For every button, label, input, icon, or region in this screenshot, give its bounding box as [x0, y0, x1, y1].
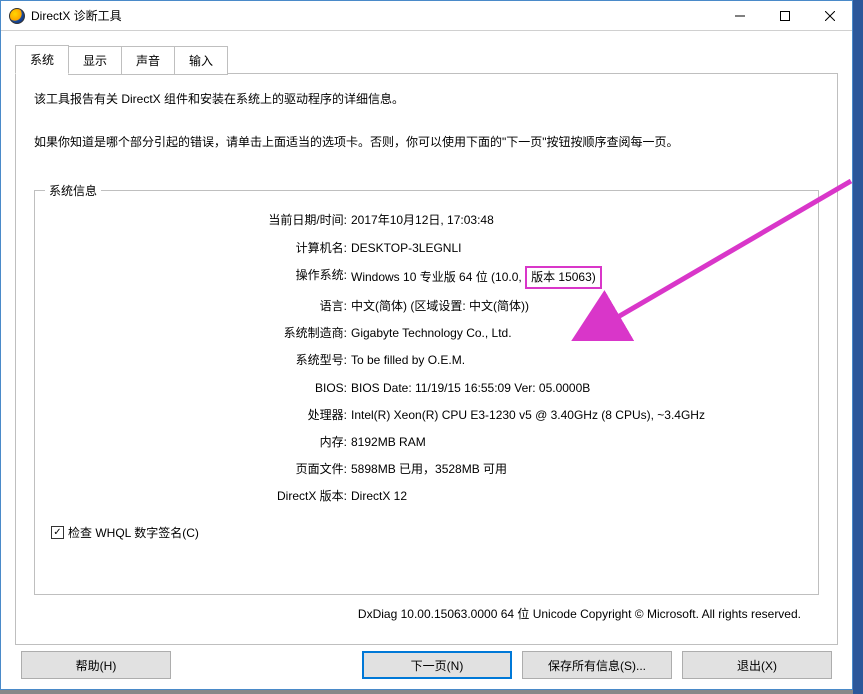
os-version-highlight: 版本 15063) [525, 266, 602, 289]
titlebar[interactable]: DirectX 诊断工具 [1, 1, 852, 31]
tab-system[interactable]: 系统 [15, 45, 69, 74]
label-bios: BIOS: [51, 379, 351, 398]
value-processor: Intel(R) Xeon(R) CPU E3-1230 v5 @ 3.40GH… [351, 406, 802, 425]
label-manufacturer: 系统制造商: [51, 324, 351, 343]
row-pagefile: 页面文件: 5898MB 已用，3528MB 可用 [51, 460, 802, 479]
window-title: DirectX 诊断工具 [31, 7, 717, 24]
row-directx: DirectX 版本: DirectX 12 [51, 487, 802, 506]
label-os: 操作系统: [51, 266, 351, 289]
label-directx: DirectX 版本: [51, 487, 351, 506]
row-os: 操作系统: Windows 10 专业版 64 位 (10.0, 版本 1506… [51, 266, 802, 289]
label-pagefile: 页面文件: [51, 460, 351, 479]
maximize-button[interactable] [762, 1, 807, 30]
system-info-fieldset: 系统信息 当前日期/时间: 2017年10月12日, 17:03:48 计算机名… [34, 190, 819, 595]
window-controls [717, 1, 852, 30]
row-bios: BIOS: BIOS Date: 11/19/15 16:55:09 Ver: … [51, 379, 802, 398]
close-button[interactable] [807, 1, 852, 30]
description-1: 该工具报告有关 DirectX 组件和安装在系统上的驱动程序的详细信息。 [34, 90, 819, 109]
tab-input[interactable]: 输入 [174, 46, 228, 75]
row-language: 语言: 中文(简体) (区域设置: 中文(简体)) [51, 297, 802, 316]
value-language: 中文(简体) (区域设置: 中文(简体)) [351, 297, 802, 316]
row-model: 系统型号: To be filled by O.E.M. [51, 351, 802, 370]
minimize-button[interactable] [717, 1, 762, 30]
dxdiag-window: DirectX 诊断工具 系统 显示 声音 输入 该工具报告有关 DirectX… [0, 0, 853, 690]
label-language: 语言: [51, 297, 351, 316]
value-computer-name: DESKTOP-3LEGNLI [351, 239, 802, 258]
row-manufacturer: 系统制造商: Gigabyte Technology Co., Ltd. [51, 324, 802, 343]
value-bios: BIOS Date: 11/19/15 16:55:09 Ver: 05.000… [351, 379, 802, 398]
exit-button[interactable]: 退出(X) [682, 651, 832, 679]
label-computer-name: 计算机名: [51, 239, 351, 258]
save-all-button[interactable]: 保存所有信息(S)... [522, 651, 672, 679]
next-button[interactable]: 下一页(N) [362, 651, 512, 679]
fieldset-legend: 系统信息 [45, 182, 101, 199]
whql-checkbox[interactable]: ✓ [51, 526, 64, 539]
label-memory: 内存: [51, 433, 351, 452]
row-datetime: 当前日期/时间: 2017年10月12日, 17:03:48 [51, 211, 802, 230]
right-desktop-strip [853, 0, 863, 694]
tab-display[interactable]: 显示 [68, 46, 122, 75]
value-manufacturer: Gigabyte Technology Co., Ltd. [351, 324, 802, 343]
description-2: 如果你知道是哪个部分引起的错误，请单击上面适当的选项卡。否则，你可以使用下面的"… [34, 133, 819, 152]
client-area: 系统 显示 声音 输入 该工具报告有关 DirectX 组件和安装在系统上的驱动… [1, 31, 852, 689]
help-button[interactable]: 帮助(H) [21, 651, 171, 679]
copyright-text: DxDiag 10.00.15063.0000 64 位 Unicode Cop… [34, 595, 819, 626]
value-datetime: 2017年10月12日, 17:03:48 [351, 211, 802, 230]
row-computer-name: 计算机名: DESKTOP-3LEGNLI [51, 239, 802, 258]
os-prefix: Windows 10 专业版 64 位 (10.0, [351, 270, 525, 284]
button-row: 帮助(H) 下一页(N) 保存所有信息(S)... 退出(X) [15, 645, 838, 679]
tab-sound[interactable]: 声音 [121, 46, 175, 75]
value-os: Windows 10 专业版 64 位 (10.0, 版本 15063) [351, 266, 802, 289]
value-directx: DirectX 12 [351, 487, 802, 506]
whql-checkbox-label: 检查 WHQL 数字签名(C) [68, 524, 199, 541]
whql-checkbox-row[interactable]: ✓ 检查 WHQL 数字签名(C) [51, 524, 802, 541]
value-model: To be filled by O.E.M. [351, 351, 802, 370]
spacer [171, 651, 352, 679]
label-model: 系统型号: [51, 351, 351, 370]
tab-strip: 系统 显示 声音 输入 [15, 45, 838, 74]
tab-panel-system: 该工具报告有关 DirectX 组件和安装在系统上的驱动程序的详细信息。 如果你… [15, 73, 838, 645]
row-processor: 处理器: Intel(R) Xeon(R) CPU E3-1230 v5 @ 3… [51, 406, 802, 425]
value-pagefile: 5898MB 已用，3528MB 可用 [351, 460, 802, 479]
label-processor: 处理器: [51, 406, 351, 425]
row-memory: 内存: 8192MB RAM [51, 433, 802, 452]
value-memory: 8192MB RAM [351, 433, 802, 452]
label-datetime: 当前日期/时间: [51, 211, 351, 230]
dxdiag-icon [9, 8, 25, 24]
